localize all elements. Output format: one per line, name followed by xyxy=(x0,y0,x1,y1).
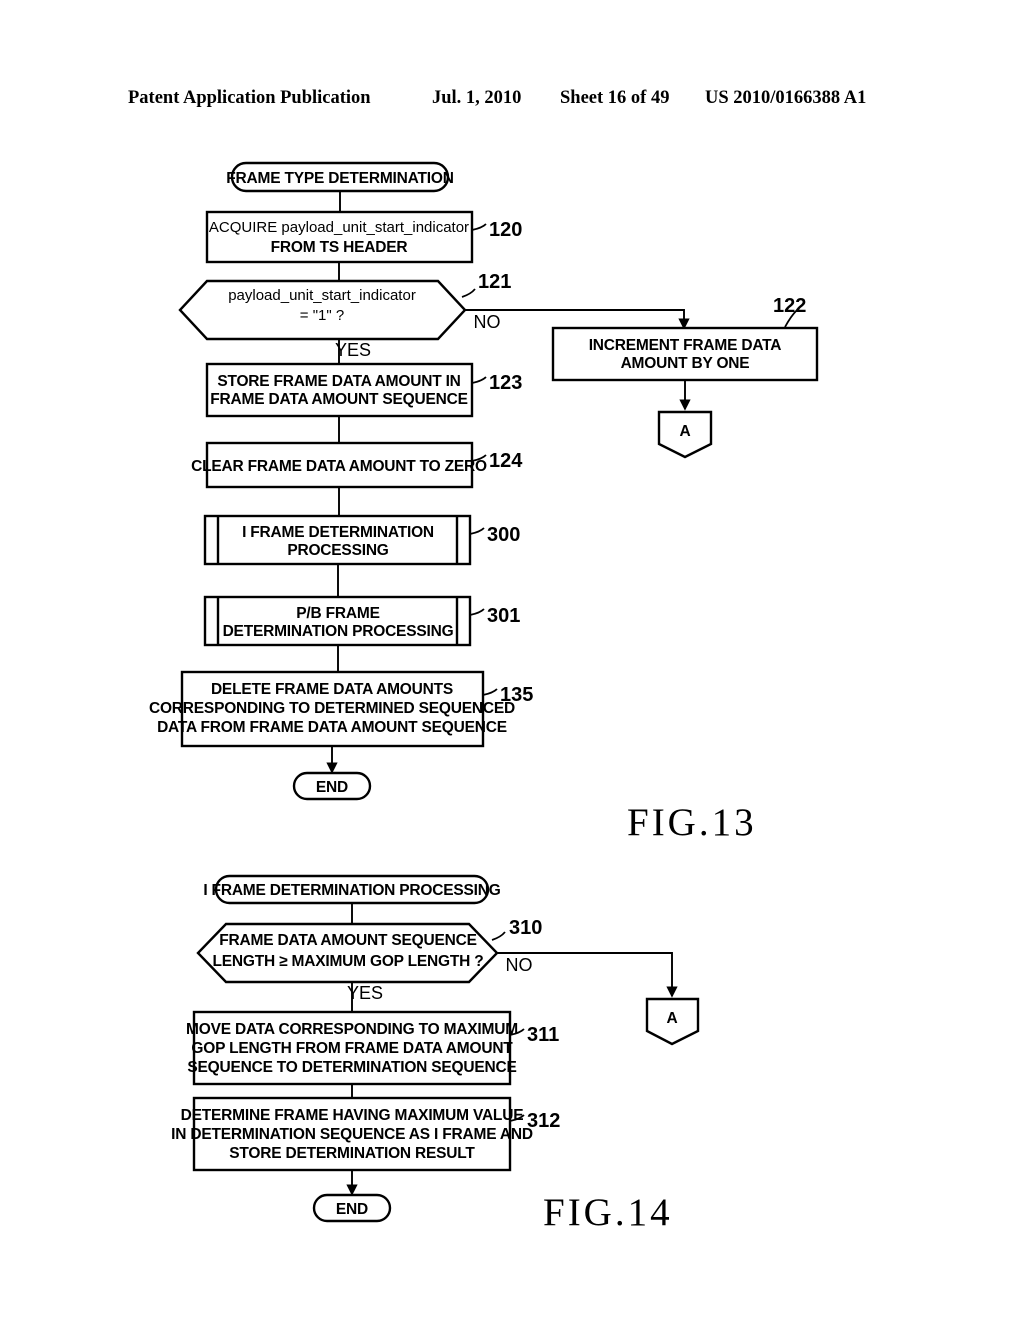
flowchart-canvas: FRAME TYPE DETERMINATION ACQUIRE payload… xyxy=(149,161,819,1223)
fig14-ref-311: 311 xyxy=(527,1024,559,1046)
fig14-ref-310: 310 xyxy=(509,917,542,939)
figure-14-caption: FIG.14 xyxy=(543,1191,673,1234)
fig13-ref-122: 122 xyxy=(773,295,806,317)
fig13-leader-301 xyxy=(469,608,485,616)
fig13-decision-121-line-1: payload_unit_start_indicator xyxy=(228,287,416,304)
fig14-end-label: END xyxy=(336,1201,368,1218)
fig14-decision-310-line-2: LENGTH ≥ MAXIMUM GOP LENGTH ? xyxy=(212,953,483,970)
fig13-step-135-line-2: CORRESPONDING TO DETERMINED SEQUENCED xyxy=(149,700,515,717)
fig13-step-122-line-2: AMOUNT BY ONE xyxy=(621,355,750,372)
fig13-branch-no: NO xyxy=(474,312,501,332)
fig13-offpage-connector-a-label: A xyxy=(680,423,691,440)
fig13-subroutine-301-line-2: DETERMINATION PROCESSING xyxy=(223,623,454,640)
fig13-leader-300 xyxy=(469,527,485,535)
fig13-start-label: FRAME TYPE DETERMINATION xyxy=(226,170,453,187)
figure-13-caption: FIG.13 xyxy=(627,801,757,844)
patent-drawing-page: Patent Application Publication Jul. 1, 2… xyxy=(0,0,1024,1320)
fig13-end-label: END xyxy=(316,779,348,796)
fig13-subroutine-300-line-2: PROCESSING xyxy=(287,542,388,559)
fig14-step-311-line-2: GOP LENGTH FROM FRAME DATA AMOUNT xyxy=(191,1040,513,1057)
fig13-ref-123: 123 xyxy=(489,372,522,394)
fig13-subroutine-301: P/B FRAME DETERMINATION PROCESSING xyxy=(203,595,472,647)
fig13-ref-301: 301 xyxy=(487,605,520,627)
fig14-leader-310 xyxy=(491,931,506,941)
fig13-leader-123 xyxy=(471,376,487,384)
fig13-step-123-line-2: FRAME DATA AMOUNT SEQUENCE xyxy=(210,391,467,408)
fig13-subroutine-300-line-1: I FRAME DETERMINATION xyxy=(242,524,434,541)
fig13-end-terminator: END xyxy=(292,771,372,801)
fig14-start-label: I FRAME DETERMINATION PROCESSING xyxy=(203,882,500,899)
fig13-decision-121-line-2: = "1" ? xyxy=(300,307,344,324)
fig13-subroutine-301-line-1: P/B FRAME xyxy=(296,605,379,622)
fig13-branch-yes: YES xyxy=(335,340,371,360)
fig14-branch-no: NO xyxy=(506,955,533,975)
fig14-step-311-line-3: SEQUENCE TO DETERMINATION SEQUENCE xyxy=(187,1059,516,1076)
fig14-step-311: MOVE DATA CORRESPONDING TO MAXIMUM GOP L… xyxy=(186,1010,518,1086)
fig14-step-312: DETERMINE FRAME HAVING MAXIMUM VALUE IN … xyxy=(171,1096,533,1172)
fig13-step-124: CLEAR FRAME DATA AMOUNT TO ZERO xyxy=(191,441,487,489)
fig14-start-terminator: I FRAME DETERMINATION PROCESSING xyxy=(203,874,501,905)
fig13-step-124-line-1: CLEAR FRAME DATA AMOUNT TO ZERO xyxy=(191,458,487,475)
figure-13: FRAME TYPE DETERMINATION ACQUIRE payload… xyxy=(149,161,819,801)
fig13-step-120: ACQUIRE payload_unit_start_indicator FRO… xyxy=(205,210,474,264)
fig13-ref-120: 120 xyxy=(489,219,522,241)
fig14-offpage-connector-a-label: A xyxy=(667,1010,678,1027)
fig13-subroutine-300: I FRAME DETERMINATION PROCESSING xyxy=(203,514,472,566)
fig13-leader-120 xyxy=(471,223,487,231)
fig13-ref-135: 135 xyxy=(500,684,533,706)
fig14-decision-310: FRAME DATA AMOUNT SEQUENCE LENGTH ≥ MAXI… xyxy=(196,922,499,984)
fig13-offpage-connector-a: A xyxy=(657,410,713,459)
fig13-ref-121: 121 xyxy=(478,271,511,293)
fig13-step-135-line-3: DATA FROM FRAME DATA AMOUNT SEQUENCE xyxy=(157,719,507,736)
fig13-step-122-line-1: INCREMENT FRAME DATA xyxy=(589,337,782,354)
fig13-step-135: DELETE FRAME DATA AMOUNTS CORRESPONDING … xyxy=(149,670,515,748)
fig14-step-311-line-1: MOVE DATA CORRESPONDING TO MAXIMUM xyxy=(186,1021,518,1038)
figure-14: I FRAME DETERMINATION PROCESSING FRAME D… xyxy=(171,874,700,1223)
fig13-step-122: INCREMENT FRAME DATA AMOUNT BY ONE xyxy=(551,326,819,382)
fig13-step-120-line-1: ACQUIRE payload_unit_start_indicator xyxy=(209,219,469,236)
fig13-ref-124: 124 xyxy=(489,450,523,472)
fig13-step-123: STORE FRAME DATA AMOUNT IN FRAME DATA AM… xyxy=(205,362,474,418)
fig13-decision-121: payload_unit_start_indicator = "1" ? xyxy=(178,279,467,341)
fig14-end-terminator: END xyxy=(312,1193,392,1223)
fig13-leader-121 xyxy=(461,288,476,298)
fig13-start-terminator: FRAME TYPE DETERMINATION xyxy=(226,161,454,193)
fig14-step-312-line-3: STORE DETERMINATION RESULT xyxy=(229,1145,475,1162)
fig13-ref-300: 300 xyxy=(487,524,520,546)
fig14-step-312-line-2: IN DETERMINATION SEQUENCE AS I FRAME AND xyxy=(171,1126,533,1143)
fig14-offpage-connector-a: A xyxy=(645,997,700,1046)
fig13-leader-135 xyxy=(482,688,498,696)
fig14-decision-310-line-1: FRAME DATA AMOUNT SEQUENCE xyxy=(219,932,476,949)
fig14-step-312-line-1: DETERMINE FRAME HAVING MAXIMUM VALUE xyxy=(181,1107,524,1124)
fig13-step-135-line-1: DELETE FRAME DATA AMOUNTS xyxy=(211,681,453,698)
fig13-step-120-line-2: FROM TS HEADER xyxy=(271,239,408,256)
fig13-step-123-line-1: STORE FRAME DATA AMOUNT IN xyxy=(217,373,460,390)
fig14-ref-312: 312 xyxy=(527,1110,560,1132)
